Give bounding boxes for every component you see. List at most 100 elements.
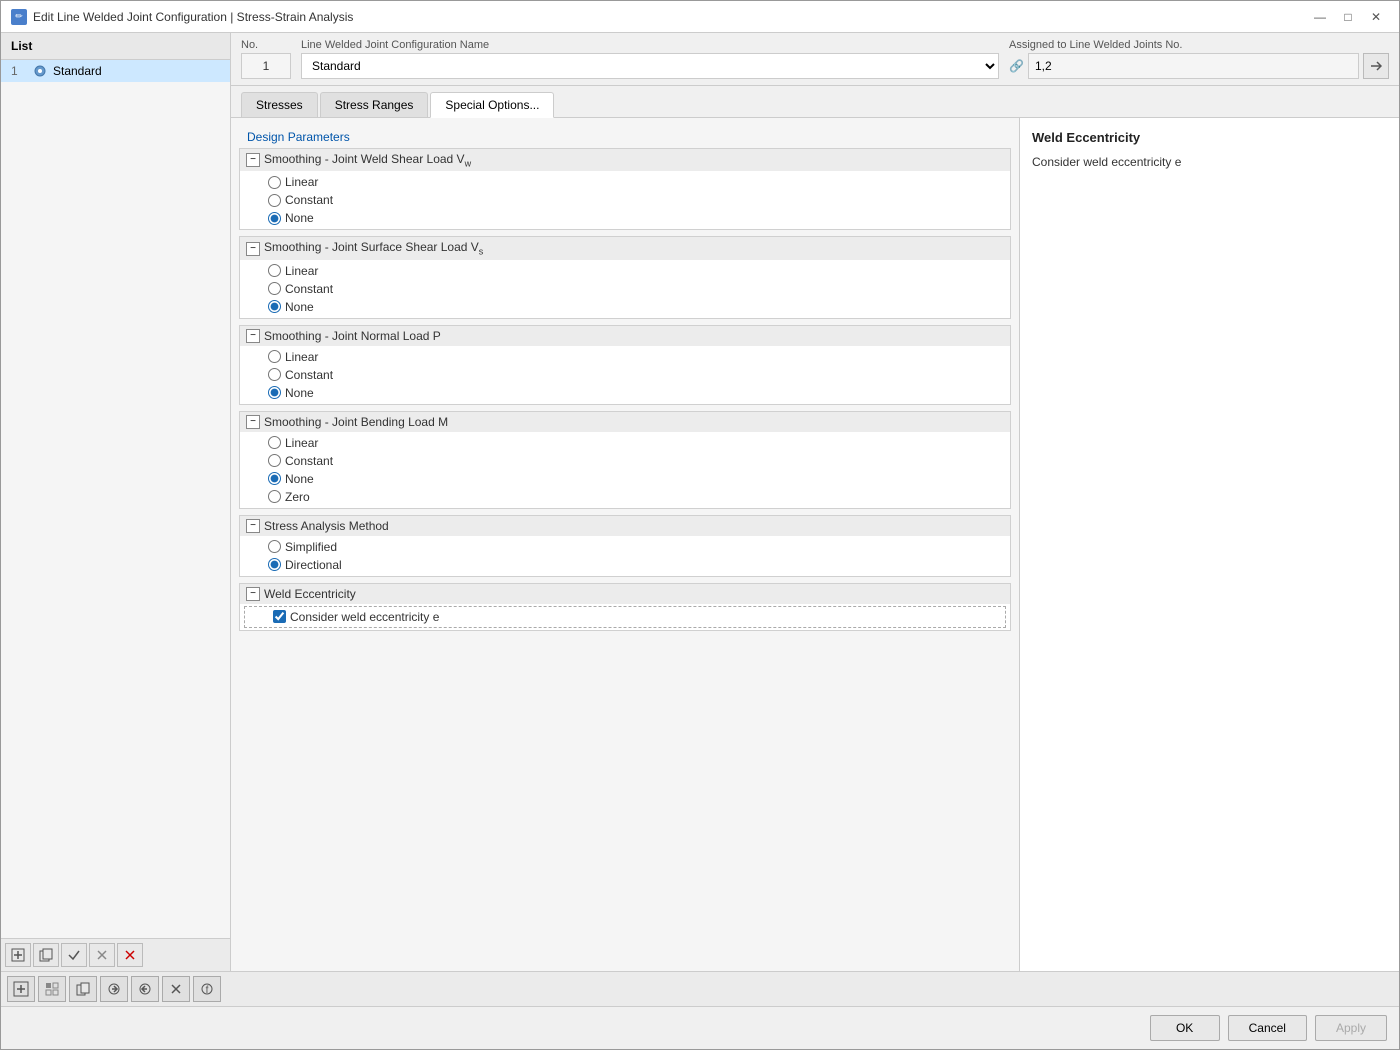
radio-label-none-vw: None <box>285 211 314 225</box>
ok-button[interactable]: OK <box>1150 1015 1220 1041</box>
bottom-btn-7[interactable]: f <box>193 976 221 1002</box>
radio-rows-shear-vw: Linear Constant None <box>240 171 1010 229</box>
name-select[interactable]: Standard <box>301 53 999 79</box>
delete-button[interactable] <box>117 943 143 967</box>
radio-constant-p[interactable] <box>268 368 281 381</box>
bottom-actions: OK Cancel Apply <box>1 1007 1399 1049</box>
cancel-button[interactable]: Cancel <box>1228 1015 1307 1041</box>
bottom-btn-1[interactable] <box>7 976 35 1002</box>
assigned-edit-button[interactable] <box>1363 53 1389 79</box>
reject-button[interactable] <box>89 943 115 967</box>
add-button[interactable] <box>5 943 31 967</box>
bottom-btn-5[interactable] <box>131 976 159 1002</box>
design-params-label: Design Parameters <box>239 126 1011 148</box>
radio-row-constant-m: Constant <box>240 452 1010 470</box>
radio-row-zero-m: Zero <box>240 488 1010 506</box>
no-field: No. <box>241 39 291 79</box>
copy-button[interactable] <box>33 943 59 967</box>
bottom-btn-2[interactable] <box>38 976 66 1002</box>
close-button[interactable]: ✕ <box>1363 7 1389 27</box>
radio-rows-normal-p: Linear Constant None <box>240 346 1010 404</box>
radio-directional[interactable] <box>268 558 281 571</box>
title-bar-left: ✏ Edit Line Welded Joint Configuration |… <box>11 9 353 25</box>
app-icon: ✏ <box>11 9 27 25</box>
radio-constant-vs[interactable] <box>268 282 281 295</box>
group-shear-vw-header: − Smoothing - Joint Weld Shear Load Vw <box>240 149 1010 171</box>
main-form: Design Parameters − Smoothing - Joint We… <box>231 118 1019 971</box>
main-window: ✏ Edit Line Welded Joint Configuration |… <box>0 0 1400 1050</box>
left-panel-toolbar <box>1 938 230 971</box>
radio-constant-m[interactable] <box>268 454 281 467</box>
collapse-btn-shear-vs[interactable]: − <box>246 242 260 256</box>
checkbox-label-weld-eccentricity: Consider weld eccentricity e <box>290 610 439 624</box>
radio-rows-bending-m: Linear Constant None <box>240 432 1010 508</box>
bottom-bar: f OK Cancel Apply <box>1 971 1399 1049</box>
info-title: Weld Eccentricity <box>1032 130 1387 145</box>
radio-linear-m[interactable] <box>268 436 281 449</box>
radio-row-simplified: Simplified <box>240 538 1010 556</box>
radio-linear-vs[interactable] <box>268 264 281 277</box>
collapse-btn-weld-eccentricity[interactable]: − <box>246 587 260 601</box>
list-item[interactable]: 1 Standard <box>1 60 230 82</box>
bottom-btn-6[interactable] <box>162 976 190 1002</box>
group-normal-p-header: − Smoothing - Joint Normal Load P <box>240 326 1010 346</box>
radio-label-none-m: None <box>285 472 314 486</box>
accept-button[interactable] <box>61 943 87 967</box>
apply-button[interactable]: Apply <box>1315 1015 1387 1041</box>
assigned-input[interactable] <box>1028 53 1359 79</box>
assigned-label: Assigned to Line Welded Joints No. <box>1009 39 1389 51</box>
minimize-button[interactable]: — <box>1307 7 1333 27</box>
bottom-btn-3[interactable] <box>69 976 97 1002</box>
radio-row-none-m: None <box>240 470 1010 488</box>
radio-label-simplified: Simplified <box>285 540 337 554</box>
group-bending-m-header: − Smoothing - Joint Bending Load M <box>240 412 1010 432</box>
radio-label-constant-m: Constant <box>285 454 333 468</box>
left-panel: List 1 Standard <box>1 33 231 971</box>
radio-simplified[interactable] <box>268 540 281 553</box>
radio-row-linear-vs: Linear <box>240 262 1010 280</box>
radio-constant-vw[interactable] <box>268 194 281 207</box>
radio-row-linear-p: Linear <box>240 348 1010 366</box>
radio-rows-stress-method: Simplified Directional <box>240 536 1010 576</box>
group-weld-eccentricity-header: − Weld Eccentricity <box>240 584 1010 604</box>
radio-none-vw[interactable] <box>268 212 281 225</box>
collapse-btn-stress-method[interactable]: − <box>246 519 260 533</box>
assigned-value-row: 🔗 <box>1009 53 1389 79</box>
collapse-btn-shear-vw[interactable]: − <box>246 153 260 167</box>
radio-linear-p[interactable] <box>268 350 281 363</box>
bottom-btn-4[interactable] <box>100 976 128 1002</box>
group-weld-eccentricity-title: Weld Eccentricity <box>264 587 356 601</box>
group-normal-p: − Smoothing - Joint Normal Load P Linear… <box>239 325 1011 405</box>
group-weld-eccentricity: − Weld Eccentricity Consider weld eccent… <box>239 583 1011 631</box>
name-label: Line Welded Joint Configuration Name <box>301 39 999 51</box>
radio-none-m[interactable] <box>268 472 281 485</box>
name-field: Line Welded Joint Configuration Name Sta… <box>301 39 999 79</box>
group-shear-vs: − Smoothing - Joint Surface Shear Load V… <box>239 236 1011 318</box>
main-content: List 1 Standard <box>1 33 1399 971</box>
checkbox-weld-eccentricity[interactable] <box>273 610 286 623</box>
radio-none-p[interactable] <box>268 386 281 399</box>
config-panel: No. Line Welded Joint Configuration Name… <box>231 33 1399 971</box>
no-input[interactable] <box>241 53 291 79</box>
group-stress-method-title: Stress Analysis Method <box>264 519 389 533</box>
radio-linear-vw[interactable] <box>268 176 281 189</box>
group-stress-method: − Stress Analysis Method Simplified Dire… <box>239 515 1011 577</box>
title-bar-controls: — □ ✕ <box>1307 7 1389 27</box>
maximize-button[interactable]: □ <box>1335 7 1361 27</box>
radio-none-vs[interactable] <box>268 300 281 313</box>
list-items: 1 Standard <box>1 60 230 938</box>
info-text: Consider weld eccentricity e <box>1032 153 1387 171</box>
bottom-toolbar: f <box>1 972 1399 1007</box>
radio-row-none-vw: None <box>240 209 1010 227</box>
tab-stresses[interactable]: Stresses <box>241 92 318 117</box>
radio-rows-shear-vs: Linear Constant None <box>240 260 1010 318</box>
window-title: Edit Line Welded Joint Configuration | S… <box>33 10 353 24</box>
list-item-label: Standard <box>53 64 102 78</box>
tab-stress-ranges[interactable]: Stress Ranges <box>320 92 429 117</box>
group-shear-vw: − Smoothing - Joint Weld Shear Load Vw L… <box>239 148 1011 230</box>
tab-special-options[interactable]: Special Options... <box>430 92 554 118</box>
collapse-btn-bending-m[interactable]: − <box>246 415 260 429</box>
collapse-btn-normal-p[interactable]: − <box>246 329 260 343</box>
radio-zero-m[interactable] <box>268 490 281 503</box>
assigned-field: Assigned to Line Welded Joints No. 🔗 <box>1009 39 1389 79</box>
